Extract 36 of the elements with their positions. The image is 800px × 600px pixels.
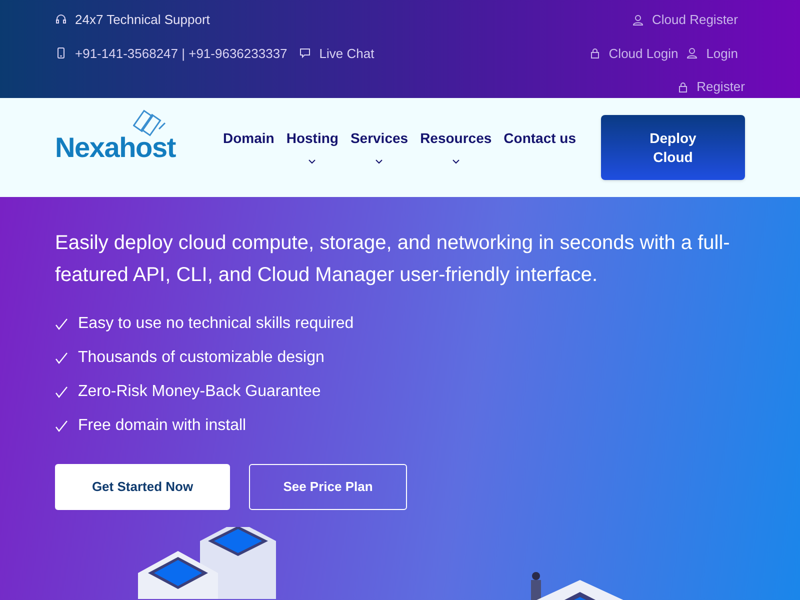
chat-icon — [299, 47, 312, 60]
feature-text: Thousands of customizable design — [78, 348, 324, 368]
cloud-register-link[interactable]: Cloud Register — [632, 10, 745, 30]
feature-text: Free domain with install — [78, 416, 246, 436]
logo[interactable]: Nexahost — [55, 126, 176, 168]
server-logo-icon — [133, 108, 167, 138]
phone-numbers: +91-141-3568247 | +91-9636233337 — [75, 44, 288, 63]
check-icon — [55, 386, 68, 398]
login-link[interactable]: Login — [686, 44, 745, 63]
cloud-login-link[interactable]: Cloud Login — [588, 44, 678, 63]
get-started-button[interactable]: Get Started Now — [55, 464, 230, 510]
chevron-down-icon — [375, 158, 384, 164]
register-link[interactable]: Register — [676, 77, 745, 96]
headset-icon — [55, 14, 67, 26]
phone-icon — [55, 47, 67, 60]
see-price-plan-button[interactable]: See Price Plan — [249, 464, 407, 510]
chevron-down-icon — [452, 158, 460, 164]
chevron-down-icon — [308, 158, 316, 164]
user-icon — [686, 47, 698, 60]
lock-icon — [588, 47, 601, 60]
check-icon — [55, 318, 68, 330]
nav-item[interactable]: Resources — [420, 124, 492, 170]
live-chat-link[interactable]: Live Chat — [299, 44, 374, 63]
support-text: 24x7 Technical Support — [75, 11, 210, 29]
feature-text: Zero-Risk Money-Back Guarantee — [78, 382, 321, 402]
check-icon — [55, 352, 68, 364]
nav-item[interactable]: Contact us — [504, 124, 576, 150]
feature-text: Easy to use no technical skills required — [78, 314, 354, 334]
nav-item[interactable]: Services — [350, 124, 408, 170]
check-icon — [55, 420, 68, 432]
nav-item[interactable]: Domain — [223, 124, 274, 150]
deploy-cloud-button[interactable]: Deploy Cloud — [601, 115, 745, 180]
lock-icon — [676, 80, 689, 93]
nav-item[interactable]: Hosting — [286, 124, 338, 170]
user-icon — [632, 14, 644, 26]
hero-subtitle: Easily deploy cloud compute, storage, and networking in seconds with a full-featured API, CLI, and Cloud Manager user-friendly interface. — [55, 231, 731, 288]
